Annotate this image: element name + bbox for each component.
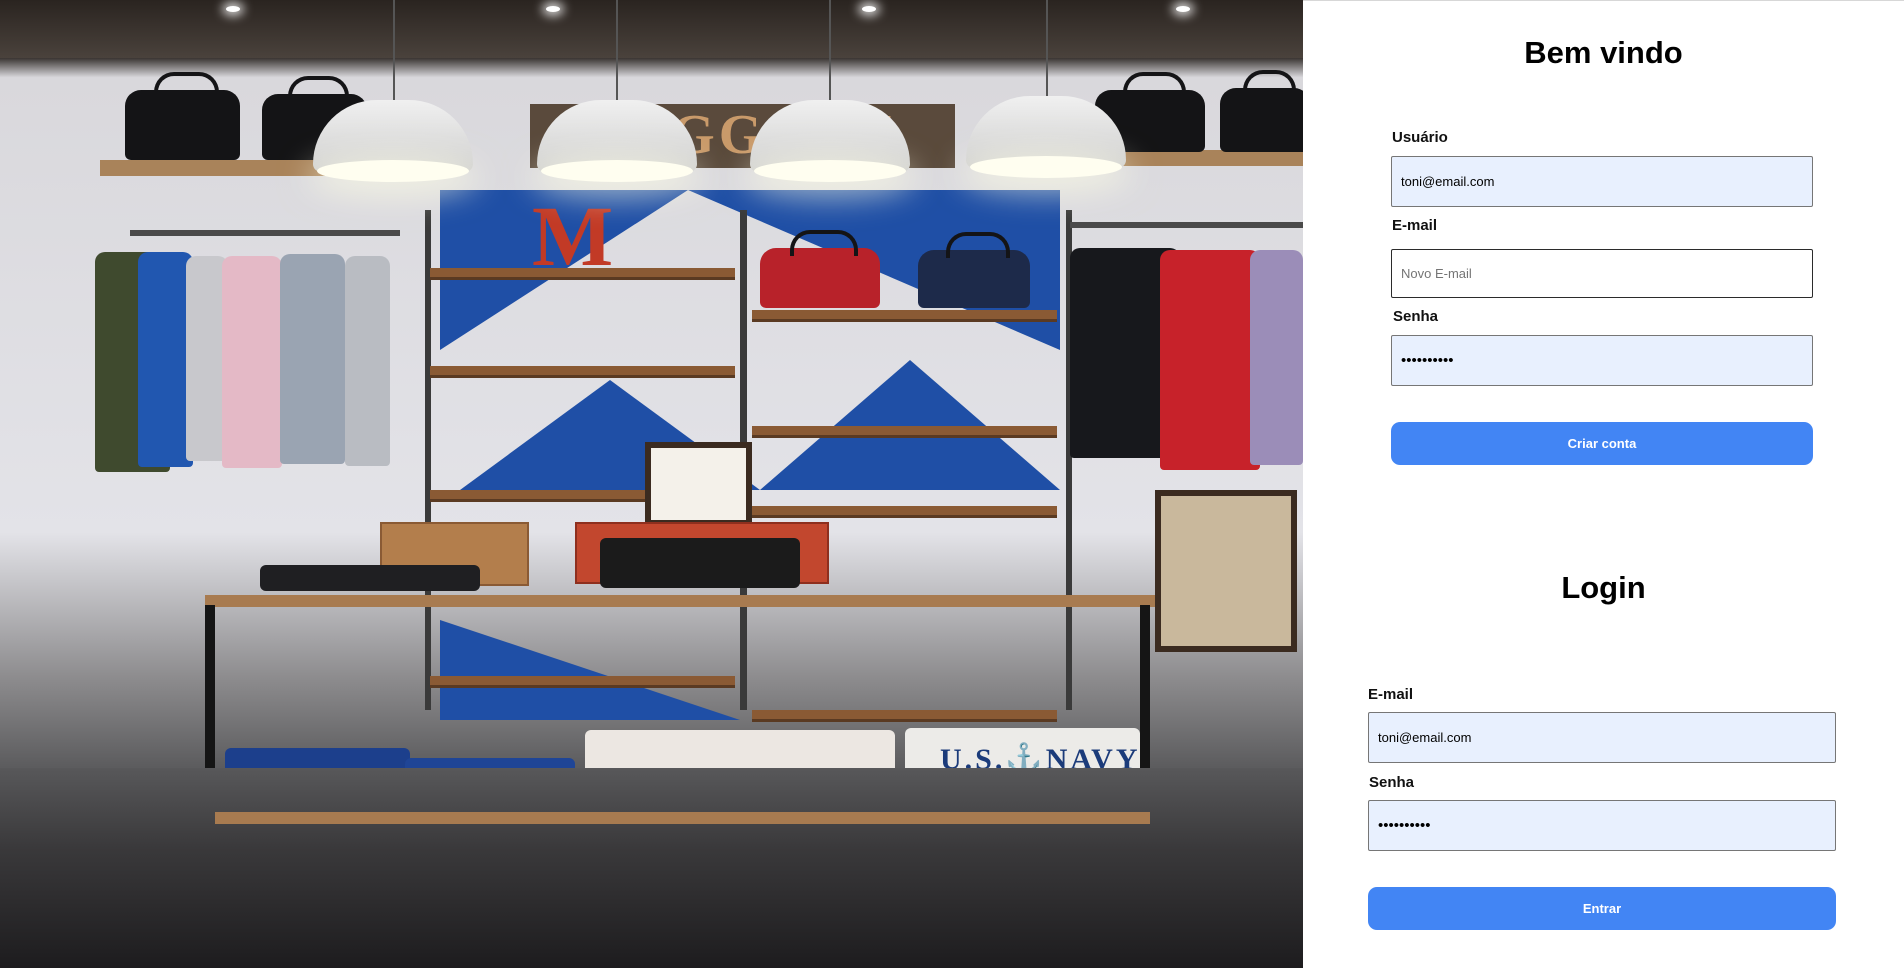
lamp-cord [1046,0,1048,96]
shirt [345,256,390,466]
folded-clothes [260,565,480,591]
bag [125,72,240,160]
signup-password-label: Senha [1393,308,1439,325]
jacket [1160,250,1260,470]
signup-username-input[interactable] [1391,156,1813,207]
ceiling-light-icon [226,6,240,12]
signup-email-label: E-mail [1392,217,1438,234]
signup-email-input[interactable] [1391,249,1813,298]
login-email-label: E-mail [1368,686,1414,703]
top-shelf [1110,150,1303,166]
display-table-shelf [215,812,1150,824]
shelf [752,710,1057,719]
shelf [752,310,1057,319]
ceiling-light-icon [862,6,876,12]
lamp-cord [616,0,618,100]
display-table [205,595,1155,607]
folded-bag [600,538,800,588]
top-shelf [100,160,330,176]
auth-panel: Bem vindo Usuário E-mail Senha Criar con… [1303,0,1904,969]
shelf [430,366,735,375]
shirt [1250,250,1303,465]
create-account-button[interactable]: Criar conta [1391,422,1813,465]
signup-title: Bem vindo [1524,35,1683,70]
shelf [752,426,1057,435]
clothing-rail [1070,222,1303,228]
login-title: Login [1561,570,1646,605]
ceiling-light-icon [546,6,560,12]
shelf [752,506,1057,515]
login-button[interactable]: Entrar [1368,887,1836,930]
login-password-input[interactable] [1368,800,1836,851]
clothing-rail [130,230,400,236]
floor [0,768,1303,968]
shelf [430,268,735,277]
bag [918,232,1030,308]
shelf [430,676,735,685]
lamp-cord [393,0,395,100]
ceiling [0,0,1303,58]
bag [760,230,880,308]
store-photo: BAGGAGE M U.S.⚓NAVY [0,0,1303,968]
login-password-label: Senha [1369,774,1415,791]
bag [1220,70,1303,152]
lamp-cord [829,0,831,100]
framed-poster [1155,490,1297,652]
shirt [138,252,193,467]
username-label: Usuário [1392,129,1448,146]
shirt [222,256,282,468]
framed-picture [645,442,752,526]
shirt [280,254,345,464]
signup-password-input[interactable] [1391,335,1813,386]
ceiling-light-icon [1176,6,1190,12]
login-email-input[interactable] [1368,712,1836,763]
